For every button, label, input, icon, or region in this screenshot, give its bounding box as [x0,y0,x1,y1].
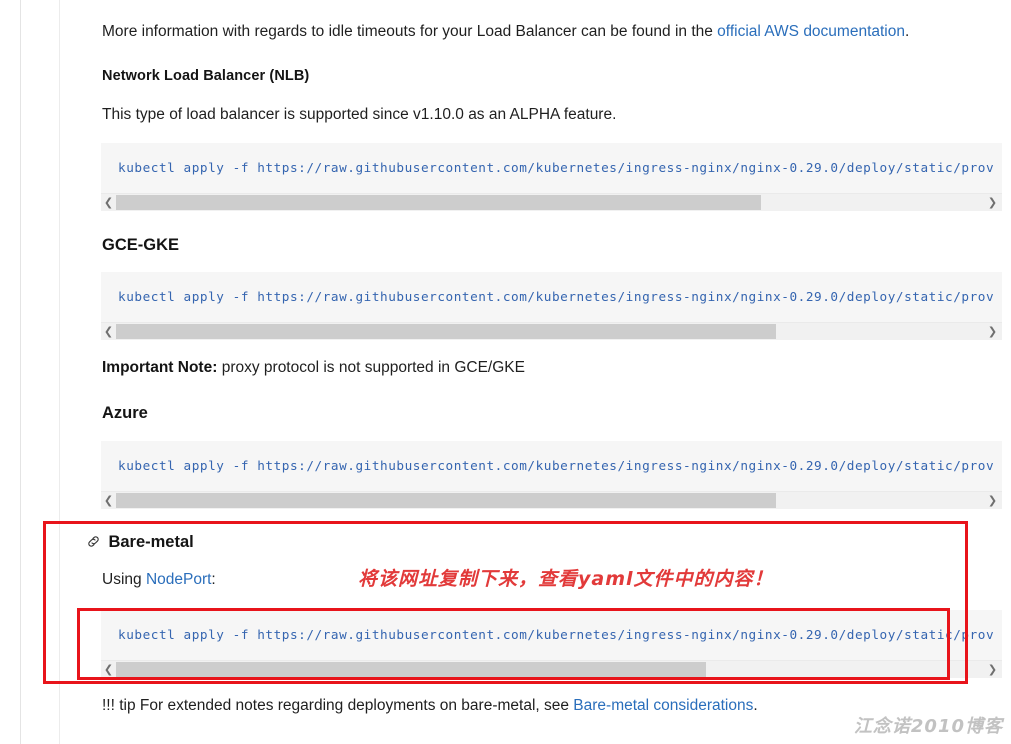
important-note: Important Note: proxy protocol is not su… [102,358,525,378]
tip-text-after: . [753,697,758,714]
aws-documentation-link[interactable]: official AWS documentation [717,23,905,40]
scroll-thumb[interactable] [116,324,776,339]
tip-paragraph: !!! tip For extended notes regarding dep… [102,696,758,716]
scroll-right-icon[interactable]: ❯ [985,661,1000,678]
code-scrollbar-bare-metal[interactable]: ❮ ❯ [101,660,1002,678]
code-block-gce-gke[interactable]: kubectl apply -f https://raw.githubuserc… [101,272,1002,340]
intro-paragraph: More information with regards to idle ti… [102,22,909,42]
scroll-right-icon[interactable]: ❯ [985,194,1000,211]
code-text-gce-gke: kubectl apply -f https://raw.githubuserc… [118,289,995,304]
heading-gce-gke: GCE-GKE [102,236,180,254]
using-nodeport-line: Using NodePort: [102,570,216,590]
code-text-nlb: kubectl apply -f https://raw.githubuserc… [118,160,995,175]
bare-metal-heading-row: Bare-metal [86,533,194,552]
nlb-body-text: This type of load balancer is supported … [102,106,617,123]
watermark: 江念诺2010博客 [853,716,1003,737]
scroll-thumb[interactable] [116,195,761,210]
scroll-left-icon[interactable]: ❮ [101,661,116,678]
document-content-column: More information with regards to idle ti… [59,0,1002,744]
scroll-left-icon[interactable]: ❮ [101,492,116,509]
tip-text-before: !!! tip For extended notes regarding dep… [102,697,574,714]
heading-bare-metal: Bare-metal [108,533,194,551]
code-text-azure: kubectl apply -f https://raw.githubuserc… [118,458,995,473]
important-note-label: Important Note: [102,359,218,376]
code-scrollbar-nlb[interactable]: ❮ ❯ [101,193,1002,211]
using-prefix: Using [102,571,146,588]
intro-text-before: More information with regards to idle ti… [102,23,718,40]
code-text-bare-metal: kubectl apply -f https://raw.githubuserc… [118,627,995,642]
scroll-thumb[interactable] [116,662,706,677]
code-scrollbar-gce-gke[interactable]: ❮ ❯ [101,322,1002,340]
heading-azure: Azure [102,404,148,422]
code-block-bare-metal[interactable]: kubectl apply -f https://raw.githubuserc… [101,610,1002,678]
code-block-nlb[interactable]: kubectl apply -f https://raw.githubuserc… [101,143,1002,211]
scroll-thumb[interactable] [116,493,776,508]
using-suffix: : [211,571,216,588]
heading-nlb: Network Load Balancer (NLB) [102,68,310,84]
scroll-right-icon[interactable]: ❯ [985,323,1000,340]
code-scrollbar-azure[interactable]: ❮ ❯ [101,491,1002,509]
code-block-azure[interactable]: kubectl apply -f https://raw.githubuserc… [101,441,1002,509]
chinese-annotation-text: 将该网址复制下来，查看yaml文件中的内容！ [358,568,774,590]
scroll-left-icon[interactable]: ❮ [101,194,116,211]
bare-metal-considerations-link[interactable]: Bare-metal considerations [573,697,753,714]
nodeport-link[interactable]: NodePort [146,571,211,588]
link-anchor-icon[interactable] [86,534,101,549]
scroll-left-icon[interactable]: ❮ [101,323,116,340]
important-note-text: proxy protocol is not supported in GCE/G… [217,359,525,376]
page-frame: More information with regards to idle ti… [20,0,1002,744]
scroll-right-icon[interactable]: ❯ [985,492,1000,509]
intro-text-after: . [905,23,910,40]
